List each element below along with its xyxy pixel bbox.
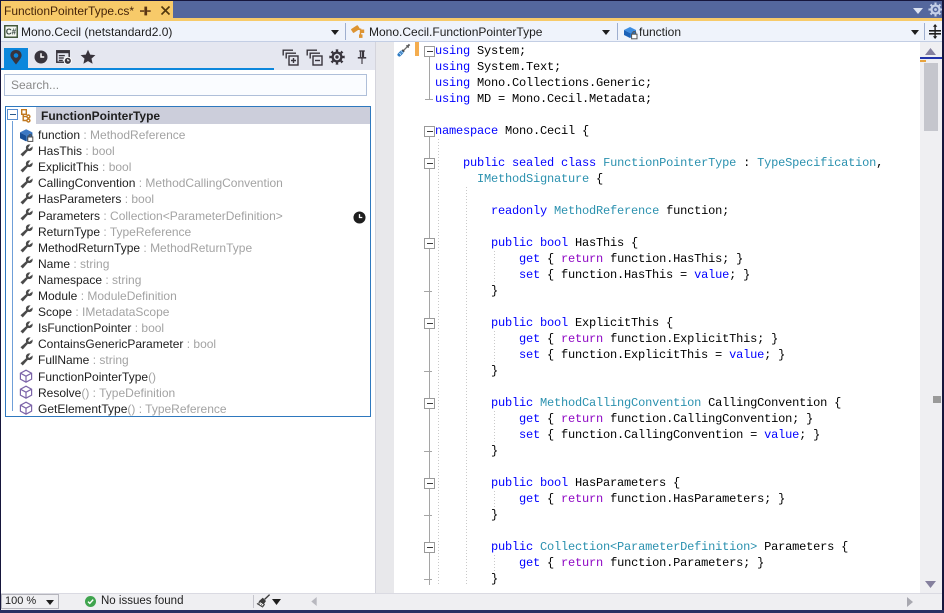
svg-text:C#: C#	[6, 28, 17, 37]
